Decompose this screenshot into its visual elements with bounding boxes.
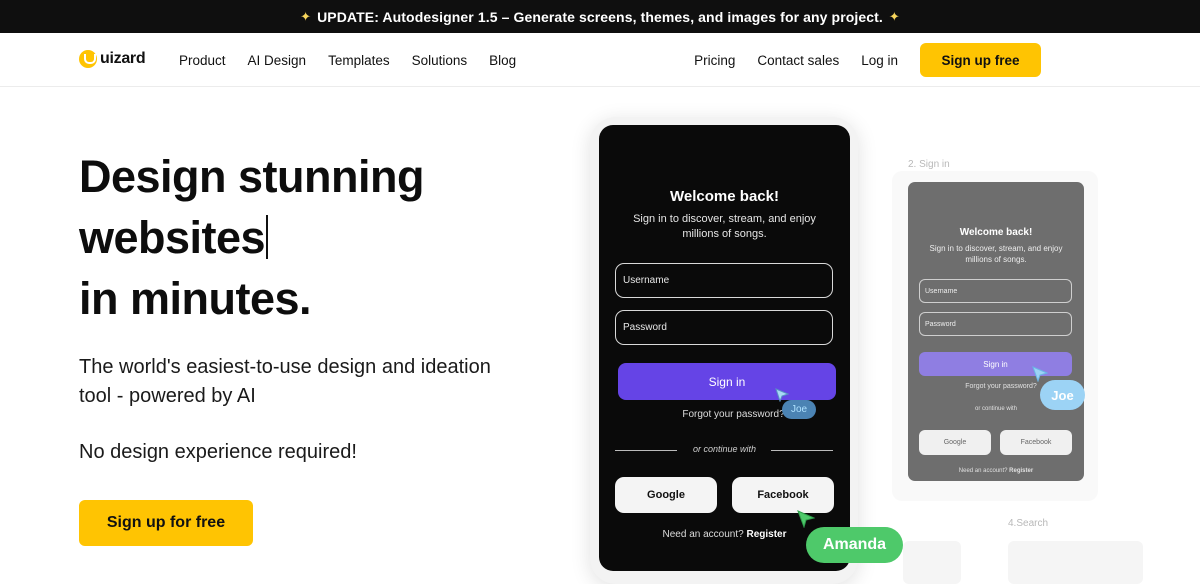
cursor-arrow-icon (797, 510, 815, 528)
nav-signup-button[interactable]: Sign up free (920, 43, 1041, 77)
back-need-account-text: Need an account? (958, 468, 1008, 474)
logo[interactable]: uizard (79, 50, 146, 68)
nav-link-solutions[interactable]: Solutions (412, 53, 468, 68)
magic-wand-icon: ✦ (888, 8, 900, 24)
hero-note: No design experience required! (79, 441, 357, 463)
headline-line-3: in minutes. (79, 273, 312, 324)
back-google-button: Google (919, 430, 991, 455)
need-account-text: Need an account? (662, 529, 744, 540)
back-signin-button: Sign in (919, 352, 1072, 376)
nav-right: Pricing Contact sales Log in Sign up fre… (694, 33, 1041, 87)
phone-mockup-screen: Welcome back! Sign in to discover, strea… (599, 125, 850, 571)
nav-link-product[interactable]: Product (179, 53, 226, 68)
main-nav: uizard Product AI Design Templates Solut… (0, 33, 1200, 87)
nav-link-log-in[interactable]: Log in (861, 53, 898, 68)
hero-headline: Design stunning websites in minutes. (79, 146, 425, 329)
collaborator-tag-joe: Joe (1040, 380, 1085, 410)
headline-typed-word: websites (79, 212, 266, 263)
back-username-field: Username (919, 279, 1072, 303)
nav-link-contact-sales[interactable]: Contact sales (757, 53, 839, 68)
step-label-signin: 2. Sign in (908, 159, 950, 170)
nav-link-ai-design[interactable]: AI Design (248, 53, 307, 68)
mockup-username-field: Username (615, 263, 833, 298)
mockup-or-divider: or continue with (692, 444, 757, 454)
announcement-bar[interactable]: ✦ UPDATE: Autodesigner 1.5 – Generate sc… (0, 0, 1200, 33)
cursor-arrow-icon (1032, 366, 1048, 382)
step-label-search: 4.Search (1008, 518, 1049, 529)
back-password-field: Password (919, 312, 1072, 336)
mockup-register-link: Register (746, 529, 787, 540)
ghost-card (1008, 541, 1143, 584)
mockup-facebook-button: Facebook (732, 477, 834, 513)
uizard-logo-icon (79, 50, 97, 68)
mockup-signin-button: Sign in (618, 363, 836, 400)
divider-line (771, 450, 833, 451)
text-cursor (266, 215, 269, 259)
hero-signup-button[interactable]: Sign up for free (79, 500, 253, 546)
back-need-account: Need an account? Register (908, 468, 1084, 474)
collaborator-tag-amanda: Amanda (806, 527, 903, 563)
back-register-link: Register (1009, 468, 1034, 474)
collaborator-tag-joe-small: Joe (782, 400, 816, 419)
back-mockup-subtitle: Sign in to discover, stream, and enjoy m… (929, 244, 1063, 264)
back-facebook-button: Facebook (1000, 430, 1072, 455)
headline-line-1: Design stunning (79, 151, 425, 202)
logo-text: uizard (100, 50, 146, 67)
nav-link-pricing[interactable]: Pricing (694, 53, 735, 68)
headline-line-2: websites (79, 207, 424, 268)
back-mockup-title: Welcome back! (959, 227, 1033, 238)
hero-subtitle: The world's easiest-to-use design and id… (79, 356, 491, 407)
nav-links: Product AI Design Templates Solutions Bl… (179, 33, 516, 87)
mockup-title: Welcome back! (670, 188, 779, 205)
nav-link-blog[interactable]: Blog (489, 53, 516, 68)
announcement-text: UPDATE: Autodesigner 1.5 – Generate scre… (317, 8, 883, 25)
mockup-subtitle: Sign in to discover, stream, and enjoy m… (633, 213, 816, 240)
mockup-google-button: Google (615, 477, 717, 513)
mockup-password-field: Password (615, 310, 833, 345)
back-phone-mockup: Welcome back! Sign in to discover, strea… (908, 182, 1084, 481)
ghost-card (903, 541, 961, 584)
nav-link-templates[interactable]: Templates (328, 53, 390, 68)
magic-wand-icon: ✦ (300, 8, 312, 24)
